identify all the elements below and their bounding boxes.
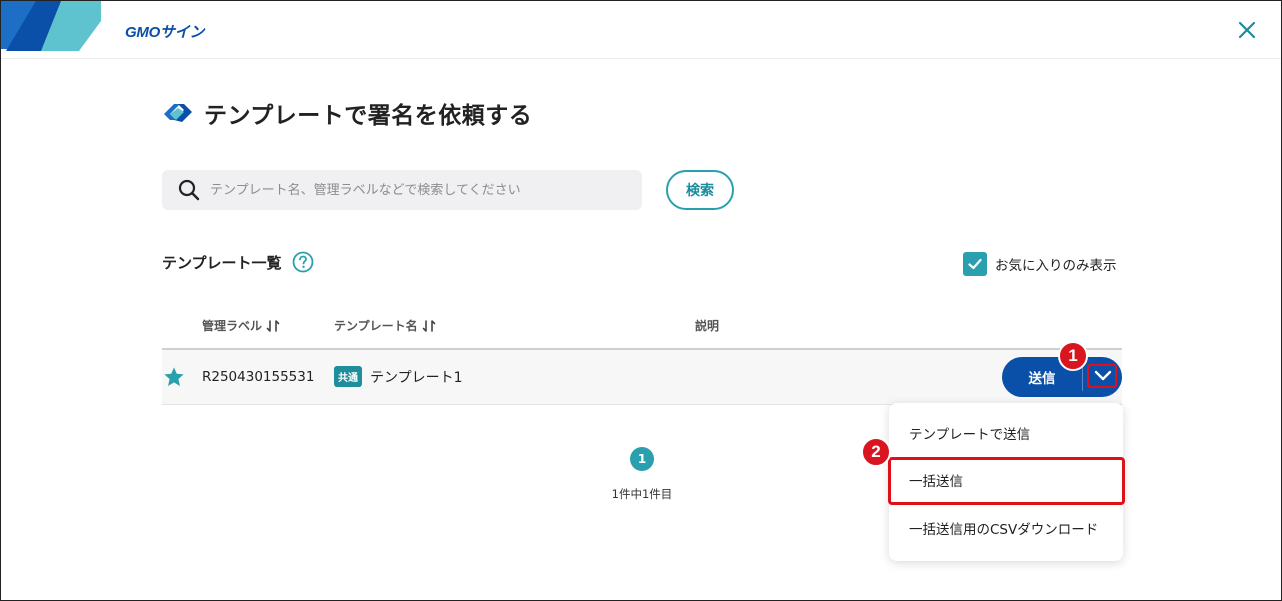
page-title-area: テンプレートで署名を依頼する: [162, 96, 532, 130]
row-name-cell: 共通 テンプレート1: [334, 366, 463, 387]
menu-item-bulk-send[interactable]: 一括送信: [889, 460, 1123, 500]
brand-mark-icon: [1, 1, 101, 51]
pagination-count: 1件中1件目: [611, 487, 673, 501]
sort-icon: [266, 319, 280, 332]
shared-badge: 共通: [334, 366, 362, 387]
column-header-name[interactable]: テンプレート名: [334, 317, 436, 334]
send-options-dropdown-button[interactable]: [1083, 357, 1122, 397]
list-title: テンプレート一覧: [162, 253, 282, 272]
row-label: R250430155531: [202, 369, 315, 385]
brand-logo: GMOサイン: [125, 24, 205, 41]
page-title: テンプレートで署名を依頼する: [204, 103, 533, 129]
row-template-name[interactable]: テンプレート1: [370, 367, 463, 387]
brand-mark-icon: [164, 104, 192, 122]
header: GMOサイン: [1, 1, 1281, 59]
help-icon[interactable]: [292, 251, 314, 273]
send-options-menu: テンプレートで送信 一括送信 一括送信用のCSVダウンロード: [889, 403, 1123, 561]
step-marker-1: 1: [1058, 341, 1088, 371]
search-button[interactable]: 検索: [666, 170, 734, 210]
step-marker-2: 2: [861, 437, 891, 467]
column-header-description-text: 説明: [695, 319, 720, 333]
search-icon: [178, 179, 200, 201]
app-window: GMOサイン テンプレートで署名を依頼する 検索 テンプレート一覧: [0, 0, 1282, 601]
favorites-only-label: お気に入りのみ表示: [995, 258, 1117, 274]
favorite-star-icon[interactable]: [163, 366, 185, 388]
column-header-label-text: 管理ラベル: [202, 319, 263, 333]
chevron-down-icon: [1094, 370, 1111, 380]
sort-icon: [422, 319, 435, 332]
search-input[interactable]: [210, 182, 610, 198]
favorites-only-toggle[interactable]: お気に入りのみ表示: [963, 252, 1117, 276]
column-header-description: 説明: [695, 317, 719, 334]
column-header-label[interactable]: 管理ラベル: [202, 317, 280, 334]
column-header-name-text: テンプレート名: [334, 319, 418, 333]
search-box: [162, 170, 642, 210]
menu-item-bulk-csv-download[interactable]: 一括送信用のCSVダウンロード: [889, 508, 1123, 548]
table-row: R250430155531 共通 テンプレート1 送信: [162, 350, 1122, 405]
menu-item-send-with-template[interactable]: テンプレートで送信: [889, 413, 1123, 453]
close-icon[interactable]: [1235, 18, 1259, 42]
list-header: テンプレート一覧: [162, 251, 314, 273]
favorites-only-checkbox[interactable]: [963, 252, 987, 276]
pagination-page-1[interactable]: 1: [630, 447, 654, 471]
check-icon: [968, 258, 982, 270]
